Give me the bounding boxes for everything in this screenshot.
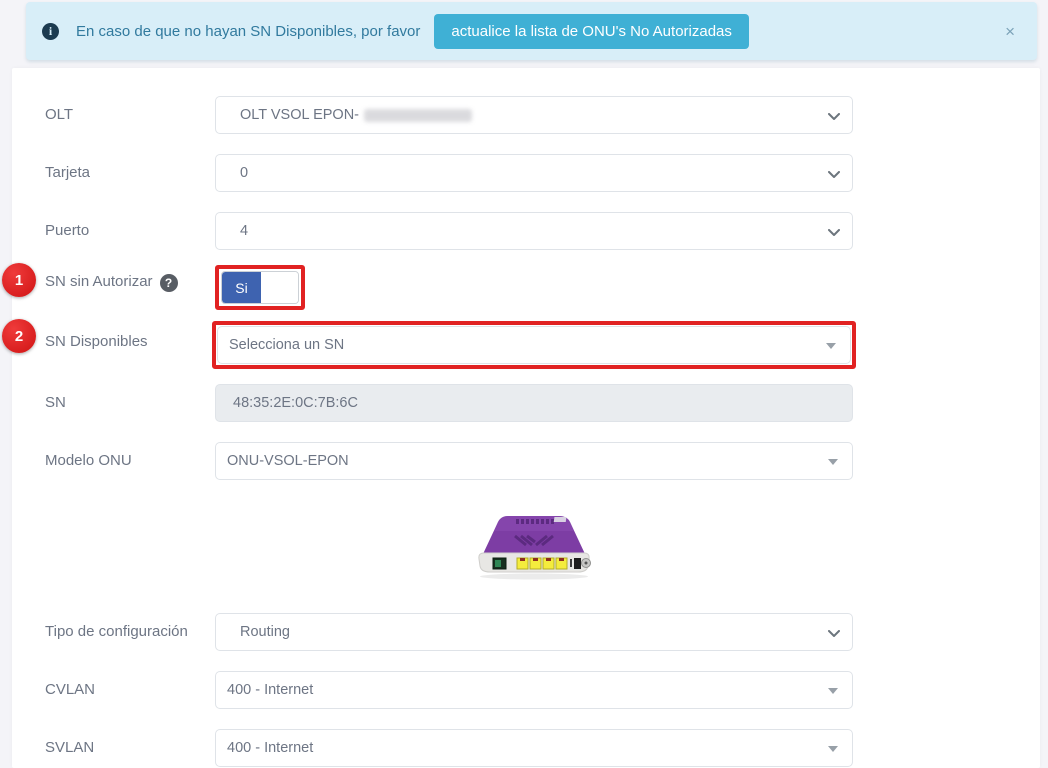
sn-sin-autorizar-toggle[interactable]: Si [221,271,299,304]
chevron-down-icon [828,171,840,178]
form-row-olt: OLT OLT VSOL EPON- [45,96,1040,134]
tarjeta-select[interactable]: 0 [215,154,853,192]
cvlan-value: 400 - Internet [227,682,313,698]
sn-disponibles-select[interactable]: Selecciona un SN [217,326,851,364]
sn-input: 48:35:2E:0C:7B:6C [215,384,853,422]
tipo-configuracion-label: Tipo de configuración [45,613,215,651]
toggle-off-half [261,272,298,303]
form-row-svlan: SVLAN 400 - Internet [45,729,1040,767]
caret-down-icon [826,343,836,349]
svlan-value: 400 - Internet [227,740,313,756]
olt-label: OLT [45,96,215,134]
cvlan-label: CVLAN [45,671,215,709]
annotation-box-toggle: Si [215,265,305,310]
info-banner: i En caso de que no hayan SN Disponibles… [26,2,1037,60]
modelo-onu-select[interactable]: ONU-VSOL-EPON [215,442,853,480]
banner-text: En caso de que no hayan SN Disponibles, … [76,23,420,40]
step-badge-2: 2 [2,319,36,353]
toggle-on-label: Si [222,272,261,303]
tipo-configuracion-select[interactable]: Routing [215,613,853,651]
caret-down-icon [828,746,838,752]
onu-vsol-device-image [471,513,597,581]
sn-disponibles-label: SN Disponibles [45,321,215,369]
form-row-tipo-configuracion: Tipo de configuración Routing [45,613,1040,651]
onu-device-image-wrap [215,513,853,581]
caret-down-icon [828,459,838,465]
form-row-cvlan: CVLAN 400 - Internet [45,671,1040,709]
chevron-down-icon [828,229,840,236]
update-onu-list-button[interactable]: actualice la lista de ONU's No Autorizad… [434,14,749,49]
onu-form-card: OLT OLT VSOL EPON- Tarjeta 0 Puerto 4 [12,68,1040,768]
puerto-select[interactable]: 4 [215,212,853,250]
sn-sin-autorizar-label: SN sin Autorizar [45,273,153,290]
close-icon[interactable]: × [1005,23,1015,40]
chevron-down-icon [828,113,840,120]
cvlan-select[interactable]: 400 - Internet [215,671,853,709]
sn-label: SN [45,384,215,422]
form-row-sn-sin-autorizar: 1 SN sin Autorizar ? Si [45,265,1040,310]
annotation-box-sn-disponibles: Selecciona un SN [212,321,856,369]
svlan-select[interactable]: 400 - Internet [215,729,853,767]
step-badge-1: 1 [2,263,36,297]
form-row-sn: SN 48:35:2E:0C:7B:6C [45,384,1040,422]
tipo-configuracion-value: Routing [240,624,290,640]
puerto-value: 4 [240,223,248,239]
info-icon: i [42,23,59,40]
sn-value: 48:35:2E:0C:7B:6C [233,395,358,411]
redacted-text [364,109,472,122]
caret-down-icon [828,688,838,694]
help-icon[interactable]: ? [160,274,178,292]
form-row-tarjeta: Tarjeta 0 [45,154,1040,192]
form-row-sn-disponibles: 2 SN Disponibles Selecciona un SN [45,321,1040,369]
form-row-modelo-onu: Modelo ONU ONU-VSOL-EPON [45,442,1040,480]
puerto-label: Puerto [45,212,215,250]
form-row-puerto: Puerto 4 [45,212,1040,250]
chevron-down-icon [828,630,840,637]
modelo-onu-value: ONU-VSOL-EPON [227,453,349,469]
svlan-label: SVLAN [45,729,215,767]
olt-value: OLT VSOL EPON- [240,107,359,123]
sn-disponibles-placeholder: Selecciona un SN [229,337,344,353]
olt-select[interactable]: OLT VSOL EPON- [215,96,853,134]
tarjeta-value: 0 [240,165,248,181]
modelo-onu-label: Modelo ONU [45,442,215,480]
tarjeta-label: Tarjeta [45,154,215,192]
